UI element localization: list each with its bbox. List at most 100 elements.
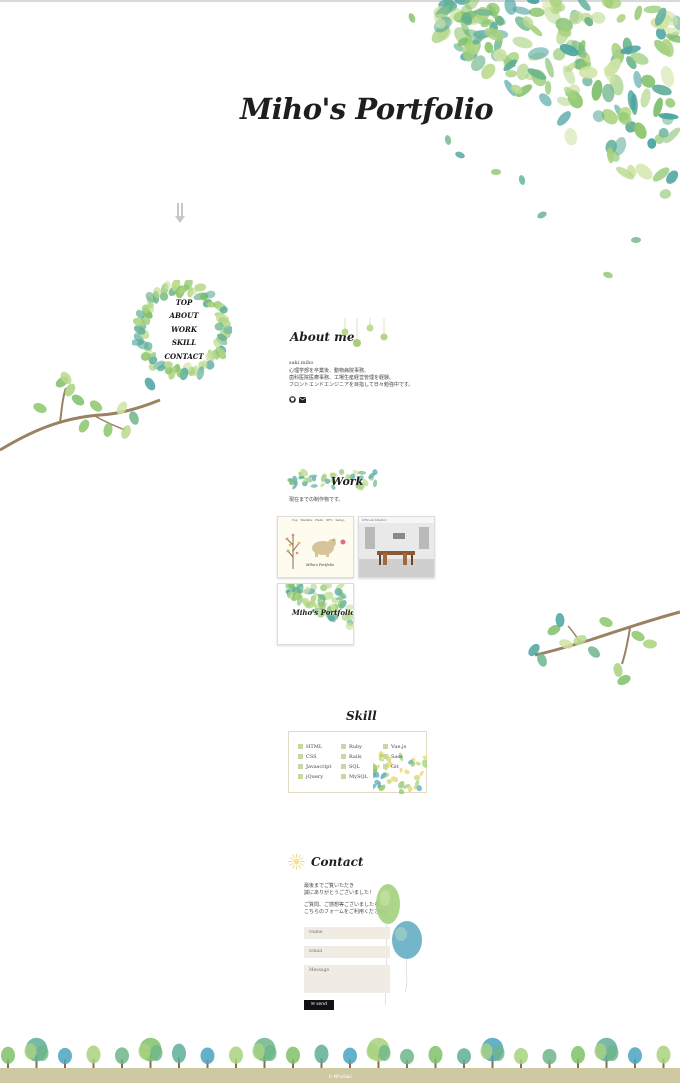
leaf-shape [378,1045,391,1061]
bear-illustration [312,538,336,557]
contact-line-1: 最後までご覧いただき [304,883,355,889]
leaf-shape [78,419,90,433]
sun-ray [289,857,294,860]
skill-bullet [341,744,346,749]
sun-ray [289,863,294,866]
work-thumb-2[interactable]: D'Room Interior [358,516,435,578]
skill-item: Vue.js [383,744,406,750]
leaf-shape [138,1043,151,1060]
leaf-shape [172,1043,186,1064]
leaf-shape [587,646,601,658]
skill-box: HTML CSS Javascript jQuery Ruby Rails SQ… [288,731,427,794]
contact-line-2: 誠にありがとうございました！ [304,890,375,896]
skill-label: Javascript [306,764,332,770]
skill-item: Git [383,764,399,770]
leaf-shape [659,189,672,199]
nav-link-skill[interactable]: SKILL [160,336,208,349]
scroll-down-icon[interactable] [172,202,188,224]
skill-label: Git [391,764,399,770]
skill-bullet [298,744,303,749]
github-icon[interactable] [289,396,296,403]
leaf-shape [422,755,427,760]
leaf-shape [457,1048,471,1065]
copyright: © MihoSaki [328,1074,352,1079]
wreath-nav: TOP ABOUT WORK SKILL CONTACT [160,296,208,363]
leaf-shape [480,1043,493,1060]
leaf-shape [121,425,131,439]
about-line-1: 心理学部を卒業後、動物病院事務、 [289,368,370,374]
skill-item: Ruby [341,744,362,750]
leaf-shape [539,93,552,107]
sun-icon [288,853,305,870]
skill-label: Sass [391,754,403,760]
leaf-shape [640,88,651,108]
leaf-shape [33,403,47,413]
about-line-2: 歯科医院医療事務、工場生産経営管理を経験。 [289,375,395,381]
leaf-shape [24,1043,37,1060]
skill-item: MySQL [341,774,368,780]
skill-bullet [341,774,346,779]
leaf-shape [200,1047,215,1065]
leaf-canopy-illustration [408,0,680,279]
leaf-shape [71,394,85,406]
sun-ray [299,863,304,866]
sun-ray [298,864,301,869]
skill-title: Skill [346,709,377,723]
nav-link-work[interactable]: WORK [160,323,208,336]
sun-ray [299,857,304,860]
name-input[interactable] [304,927,390,939]
skill-item: Javascript [298,764,331,770]
leaf-shape [455,151,465,159]
leaf-shape [512,36,533,49]
message-textarea[interactable] [304,965,390,993]
work-thumb-1[interactable]: Top Website Hello SFC Setup Miho's Portf… [277,516,354,578]
leaf-shape [150,1045,163,1061]
leaf-shape [633,70,642,89]
skill-label: MySQL [349,774,368,780]
leaf-shape [634,5,643,21]
leaf-shape [660,66,675,87]
leaf-shape [320,482,325,488]
work-thumb-3[interactable]: Miho's Portfolio [277,583,354,645]
leaf-shape [408,13,416,23]
hanging-ornaments-illustration [341,318,388,347]
envelope-icon[interactable] [299,396,306,403]
leaf-shape [628,1047,642,1065]
nav-link-top[interactable]: TOP [160,296,208,309]
right-branch-illustration [528,610,680,686]
nav-link-about[interactable]: ABOUT [160,309,208,322]
interior-photo [359,523,434,577]
leaf-shape [58,1047,72,1065]
leaf-shape [444,135,452,145]
email-input[interactable] [304,946,390,958]
skill-label: jQuery [306,774,324,780]
leaf-shape [366,1043,379,1060]
thumb-1-nav: Top Website Hello SFC Setup [292,518,345,522]
skill-label: SQL [349,764,360,770]
sun-ray [292,864,295,869]
tree-illustration [285,533,301,569]
skill-bullet [298,754,303,759]
leaf-shape [314,1044,329,1064]
leaf-shape [422,759,427,768]
left-branch-illustration [0,371,161,452]
sun-ray [298,854,301,859]
leaf-shape [129,411,139,425]
send-label: send [316,1002,328,1007]
leaf-shape [631,630,645,642]
leaf-shape [656,1045,671,1064]
leaf-shape [601,0,622,9]
leaf-shape [603,271,613,279]
thumb-2-nav: D'Room Interior [362,518,387,522]
thumb-3-caption: Miho's Portfolio [292,608,354,617]
hero-title: Miho's Portfolio [240,92,494,126]
skill-item: Rails [341,754,362,760]
leaf-shape [310,484,318,488]
leaf-shape [1,1046,15,1064]
send-button[interactable]: ✉ send [304,1000,334,1010]
leaf-shape [229,1046,243,1064]
contact-title: Contact [311,855,364,869]
about-line-3: フロントエンドエンジニアを目指して日々勉強中です。 [289,382,414,388]
leaf-shape [613,663,623,677]
work-title: Work [331,475,364,488]
